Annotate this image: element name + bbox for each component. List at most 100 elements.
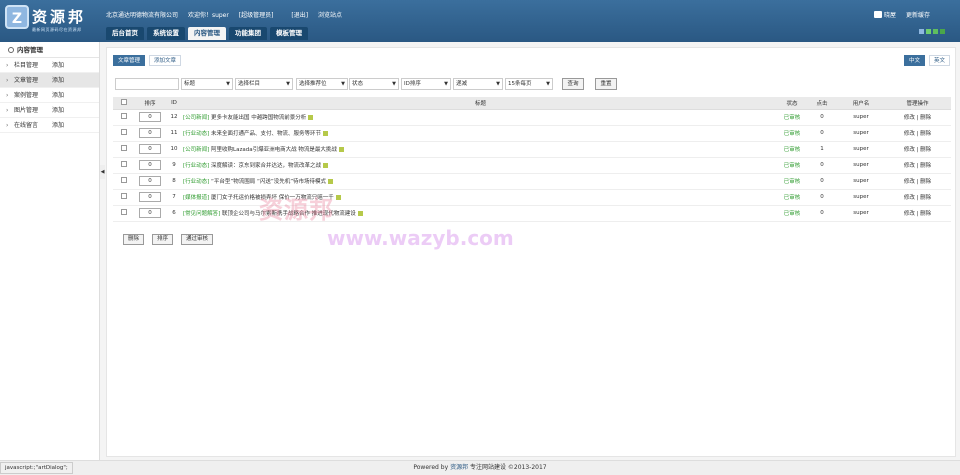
row-title-cell: [行业动态] 未来全面打通产品、支付、物流、服务等环节: [183, 125, 778, 142]
row-status[interactable]: 已审核: [778, 125, 806, 142]
tab-content-management[interactable]: 内容管理: [188, 27, 226, 40]
sidebar-title-text: 内容管理: [17, 46, 43, 54]
sidebar-collapse-icon[interactable]: ◀: [100, 165, 105, 179]
row-checkbox[interactable]: [121, 113, 127, 119]
row-checkbox[interactable]: [121, 209, 127, 215]
sidebar-add-link[interactable]: 添加: [52, 103, 64, 117]
sort-input[interactable]: 0: [139, 192, 161, 202]
row-status[interactable]: 已审核: [778, 157, 806, 174]
row-status[interactable]: 已审核: [778, 109, 806, 126]
direction-select[interactable]: 递减 ▼: [453, 78, 503, 90]
lang-english[interactable]: 英文: [928, 55, 950, 66]
lang-chinese[interactable]: 中文: [903, 55, 925, 66]
row-category-link[interactable]: [公司新闻]: [183, 115, 209, 121]
row-actions[interactable]: 修改 | 删除: [884, 205, 951, 222]
sidebar-item-messages[interactable]: › 在线留言 添加: [0, 118, 99, 133]
footer-tail: 专注网站建设 ©2013-2017: [470, 464, 547, 471]
subtab-add-article[interactable]: 添加文章: [149, 55, 182, 66]
logo[interactable]: Z 资源邦 最新网页源码尽在资源邦: [5, 5, 97, 37]
reset-button[interactable]: 重置: [595, 78, 617, 90]
row-title-link[interactable]: 阿里收购Lazada引爆亚洲电商大战 物流是最大挑战: [211, 147, 337, 153]
status-select[interactable]: 状态 ▼: [349, 78, 399, 90]
logout-link[interactable]: [退出]: [291, 12, 308, 19]
sidebar-item-label[interactable]: 案例管理: [14, 88, 52, 102]
sort-input[interactable]: 0: [139, 176, 161, 186]
row-actions[interactable]: 修改 | 删除: [884, 109, 951, 126]
table-row: 0 7 [媒体报道] 厦门女子托运价格被损弄坏 保价一万物流只赔一千 已审核 0 supe…: [113, 189, 951, 206]
footer-brand-link[interactable]: 资源邦: [450, 464, 468, 471]
row-title-link[interactable]: 更多卡友能出国 中越跨国物流前景分析: [211, 115, 306, 121]
sidebar-item-articles[interactable]: › 文章管理 添加: [0, 73, 99, 88]
row-category-link[interactable]: [行业动态]: [183, 163, 209, 169]
row-checkbox[interactable]: [121, 129, 127, 135]
select-all-checkbox[interactable]: [121, 98, 127, 105]
row-title-link[interactable]: 深度解读：京东到家合并达达，物流改革之战: [211, 163, 321, 169]
recommend-select[interactable]: 选择推荐位 ▼: [296, 78, 348, 90]
search-input[interactable]: [115, 78, 179, 90]
sort-input[interactable]: 0: [139, 112, 161, 122]
skin-green3-swatch[interactable]: [940, 29, 945, 34]
update-cache-link[interactable]: 更新缓存: [906, 10, 930, 19]
sort-input[interactable]: 0: [139, 160, 161, 170]
row-category-link[interactable]: [媒体报道]: [183, 195, 209, 201]
row-category-link[interactable]: [常见问题解答]: [183, 211, 220, 217]
sidebar-add-link[interactable]: 添加: [52, 88, 64, 102]
row-category-link[interactable]: [行业动态]: [183, 131, 209, 137]
sidebar-item-cases[interactable]: › 案例管理 添加: [0, 88, 99, 103]
page-size-select[interactable]: 15条每页 ▼: [505, 78, 553, 90]
row-actions[interactable]: 修改 | 删除: [884, 189, 951, 206]
subtab-article-management[interactable]: 文章管理: [113, 55, 146, 66]
row-status[interactable]: 已审核: [778, 189, 806, 206]
sidebar-add-link[interactable]: 添加: [52, 58, 64, 72]
sort-input[interactable]: 0: [139, 128, 161, 138]
sort-input[interactable]: 0: [139, 144, 161, 154]
row-checkbox[interactable]: [121, 193, 127, 199]
skin-green-swatch[interactable]: [926, 29, 931, 34]
tab-home[interactable]: 后台首页: [106, 27, 144, 40]
sidebar-item-columns[interactable]: › 栏目管理 添加: [0, 58, 99, 73]
row-checkbox[interactable]: [121, 145, 127, 151]
row-actions[interactable]: 修改 | 删除: [884, 141, 951, 158]
delete-button[interactable]: 删除: [123, 234, 145, 245]
chevron-down-icon: ▼: [546, 81, 550, 87]
row-status[interactable]: 已审核: [778, 141, 806, 158]
tab-system-settings[interactable]: 系统设置: [147, 27, 185, 40]
row-id: 9: [165, 157, 183, 174]
sidebar-add-link[interactable]: 添加: [52, 73, 64, 87]
column-select[interactable]: 选择栏目 ▼: [235, 78, 293, 90]
skin-green2-swatch[interactable]: [933, 29, 938, 34]
skin-blue-swatch[interactable]: [919, 29, 924, 34]
sidebar-item-label[interactable]: 文章管理: [14, 73, 52, 87]
arrow-right-icon: ›: [6, 92, 9, 99]
search-button[interactable]: 查询: [562, 78, 584, 90]
row-sort-cell: 0: [135, 189, 165, 206]
sidebar-item-label[interactable]: 在线留言: [14, 118, 52, 132]
order-select[interactable]: ID排序 ▼: [401, 78, 451, 90]
field-select[interactable]: 标题 ▼: [181, 78, 233, 90]
sidebar-item-label[interactable]: 栏目管理: [14, 58, 52, 72]
row-actions[interactable]: 修改 | 删除: [884, 125, 951, 142]
row-category-link[interactable]: [行业动态]: [183, 179, 209, 185]
tab-templates[interactable]: 模板管理: [270, 27, 308, 40]
skin-switcher[interactable]: [919, 29, 945, 34]
row-category-link[interactable]: [公司新闻]: [183, 147, 209, 153]
row-actions[interactable]: 修改 | 删除: [884, 173, 951, 190]
browse-site-link[interactable]: 浏览站点: [318, 12, 342, 19]
row-actions[interactable]: 修改 | 删除: [884, 157, 951, 174]
home-link[interactable]: 晓屋: [873, 10, 896, 19]
sidebar-add-link[interactable]: 添加: [52, 118, 64, 132]
sort-button[interactable]: 排序: [152, 234, 174, 245]
row-status[interactable]: 已审核: [778, 205, 806, 222]
row-title-link[interactable]: “平台型”物流围局 “闪送”没先机”待市场待模式: [211, 179, 326, 185]
sidebar-item-label[interactable]: 图片管理: [14, 103, 52, 117]
sort-input[interactable]: 0: [139, 208, 161, 218]
chevron-down-icon: ▼: [392, 81, 396, 87]
sidebar-item-images[interactable]: › 图片管理 添加: [0, 103, 99, 118]
row-checkbox[interactable]: [121, 177, 127, 183]
tab-features[interactable]: 功能集团: [229, 27, 267, 40]
row-title-link[interactable]: 未来全面打通产品、支付、物流、服务等环节: [211, 131, 321, 137]
row-checkbox[interactable]: [121, 161, 127, 167]
welcome-text: 欢迎你！super [超级管理员]: [188, 12, 282, 19]
approve-button[interactable]: 通过审核: [181, 234, 214, 245]
row-status[interactable]: 已审核: [778, 173, 806, 190]
